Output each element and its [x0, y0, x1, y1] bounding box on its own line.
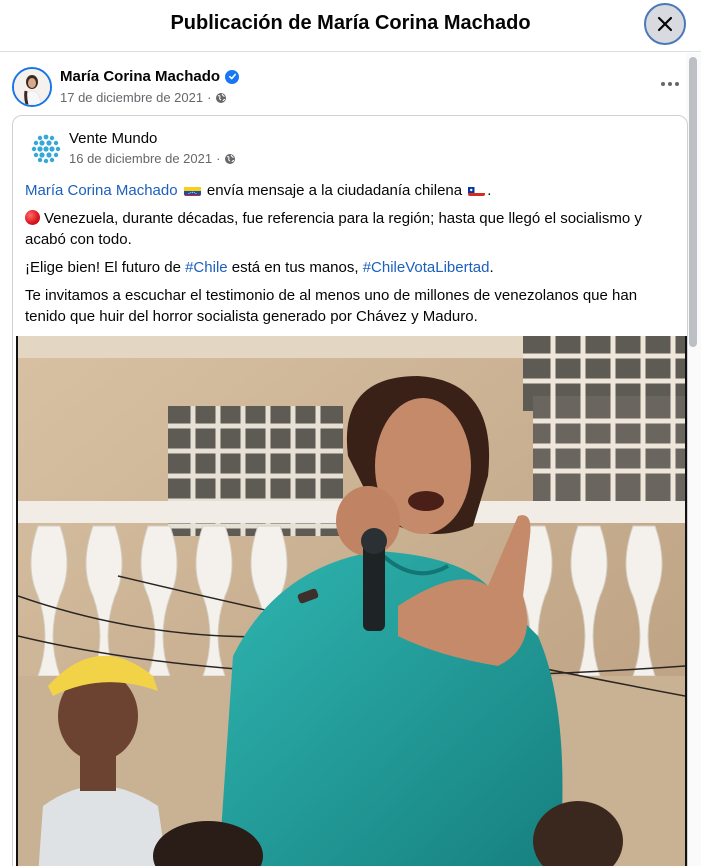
globe-icon — [225, 153, 236, 164]
modal-header: Publicación de María Corina Machado — [0, 0, 701, 52]
author-avatar[interactable] — [12, 67, 52, 107]
close-icon — [657, 16, 673, 32]
verified-badge-icon — [225, 69, 240, 84]
post-line-2: Venezuela, durante décadas, fue referenc… — [25, 210, 642, 248]
author-name-row: María Corina Machado — [60, 68, 240, 85]
scrollbar-thumb[interactable] — [689, 57, 697, 347]
author-name[interactable]: María Corina Machado — [60, 68, 220, 85]
post-line-3: ¡Elige bien! El futuro de #Chile está en… — [25, 259, 494, 276]
venezuela-flag-icon — [183, 184, 201, 196]
post-meta: 17 de diciembre de 2021 · — [60, 90, 227, 105]
chile-flag-icon — [468, 184, 486, 196]
post-text: María Corina Machado envía mensaje a la … — [25, 180, 675, 334]
modal-title: Publicación de María Corina Machado — [170, 12, 531, 34]
post-photo[interactable] — [16, 336, 687, 866]
page-avatar[interactable] — [29, 131, 63, 165]
mention-link[interactable]: María Corina Machado — [25, 182, 178, 199]
shared-post-meta: 16 de diciembre de 2021 · — [69, 151, 236, 166]
red-circle-icon — [25, 210, 40, 225]
shared-post-card[interactable]: Vente Mundo 16 de diciembre de 2021 · Ma… — [12, 115, 688, 866]
close-button[interactable] — [644, 3, 686, 45]
page-name[interactable]: Vente Mundo — [69, 130, 157, 147]
shared-post-date[interactable]: 16 de diciembre de 2021 — [69, 151, 212, 166]
hashtag-chile[interactable]: #Chile — [185, 259, 228, 276]
globe-icon — [216, 92, 227, 103]
more-options-icon[interactable] — [656, 74, 684, 94]
post-date[interactable]: 17 de diciembre de 2021 — [60, 90, 203, 105]
hashtag-chilevotalibertad[interactable]: #ChileVotaLibertad — [363, 259, 490, 276]
post-line-1: María Corina Machado envía mensaje a la … — [25, 182, 492, 199]
post-line-4: Te invitamos a escuchar el testimonio de… — [25, 287, 638, 325]
